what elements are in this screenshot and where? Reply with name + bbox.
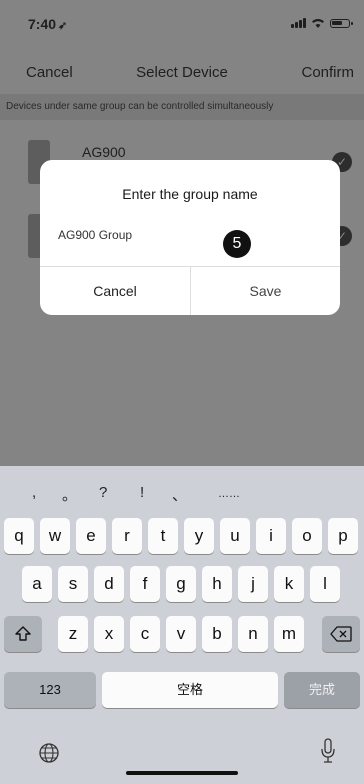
nav-bar: Cancel Select Device Confirm: [0, 56, 364, 88]
signal-icon: [291, 18, 306, 28]
key-w[interactable]: w: [40, 518, 70, 554]
key-l[interactable]: l: [310, 566, 340, 602]
dialog-title: Enter the group name: [122, 186, 258, 202]
key-i[interactable]: i: [256, 518, 286, 554]
key-t[interactable]: t: [148, 518, 178, 554]
dialog-save-button[interactable]: Save: [191, 267, 340, 315]
step-badge: 5: [223, 230, 251, 258]
punct-key[interactable]: ,: [32, 484, 36, 501]
key-a[interactable]: a: [22, 566, 52, 602]
battery-icon: [330, 18, 353, 28]
punct-key[interactable]: ?: [99, 484, 107, 501]
shift-key[interactable]: [4, 616, 42, 652]
key-v[interactable]: v: [166, 616, 196, 652]
space-key[interactable]: 空格: [102, 672, 278, 708]
status-bar: 7:40 ➶: [0, 0, 364, 44]
wifi-icon: [312, 19, 324, 28]
nav-confirm-button[interactable]: Confirm: [301, 64, 354, 81]
key-p[interactable]: p: [328, 518, 358, 554]
key-r[interactable]: r: [112, 518, 142, 554]
key-d[interactable]: d: [94, 566, 124, 602]
group-name-dialog: Enter the group name AG900 Group 5 Cance…: [40, 160, 340, 315]
punct-key[interactable]: 、: [172, 484, 187, 505]
key-q[interactable]: q: [4, 518, 34, 554]
key-h[interactable]: h: [202, 566, 232, 602]
key-n[interactable]: n: [238, 616, 268, 652]
key-u[interactable]: u: [220, 518, 250, 554]
keyboard: , 。 ? ! 、 …… q w e r t y u i o p a s d f…: [0, 466, 364, 784]
screen: 7:40 ➶ Cancel Select Device Confirm Devic…: [0, 0, 364, 784]
key-x[interactable]: x: [94, 616, 124, 652]
clock: 7:40 ➶: [28, 16, 67, 32]
delete-key[interactable]: [322, 616, 360, 652]
punct-key[interactable]: !: [140, 484, 144, 501]
home-indicator[interactable]: [126, 771, 238, 775]
punctuation-row: , 。 ? ! 、 ……: [0, 476, 364, 516]
key-e[interactable]: e: [76, 518, 106, 554]
key-k[interactable]: k: [274, 566, 304, 602]
group-hint: Devices under same group can be controll…: [0, 94, 364, 120]
location-icon: ➶: [58, 20, 68, 32]
microphone-icon[interactable]: [320, 738, 336, 764]
done-key[interactable]: 完成: [284, 672, 360, 708]
numbers-key[interactable]: 123: [4, 672, 96, 708]
time-text: 7:40: [28, 16, 57, 32]
key-m[interactable]: m: [274, 616, 304, 652]
backspace-icon: [330, 626, 352, 642]
key-y[interactable]: y: [184, 518, 214, 554]
shift-icon: [15, 626, 31, 641]
key-s[interactable]: s: [58, 566, 88, 602]
key-c[interactable]: c: [130, 616, 160, 652]
dialog-cancel-button[interactable]: Cancel: [40, 267, 190, 315]
key-j[interactable]: j: [238, 566, 268, 602]
status-icons: [291, 18, 353, 28]
device-name: AG900: [82, 144, 126, 160]
globe-icon[interactable]: [38, 742, 60, 764]
key-g[interactable]: g: [166, 566, 196, 602]
key-b[interactable]: b: [202, 616, 232, 652]
key-z[interactable]: z: [58, 616, 88, 652]
key-f[interactable]: f: [130, 566, 160, 602]
punct-key[interactable]: ……: [218, 488, 240, 500]
punct-key[interactable]: 。: [62, 484, 77, 505]
key-o[interactable]: o: [292, 518, 322, 554]
